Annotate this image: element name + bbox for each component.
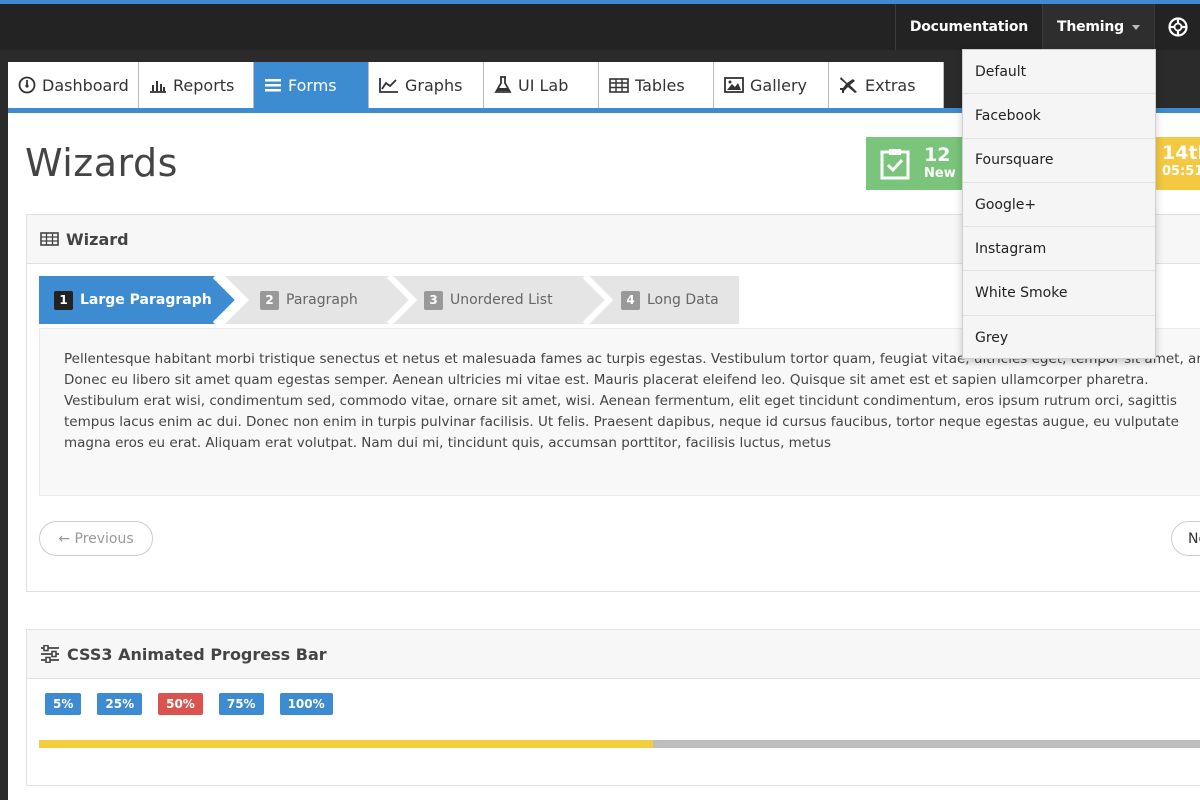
sliders-icon [41,645,59,663]
step-label: Paragraph [286,292,358,308]
step-number: 3 [424,290,443,310]
theme-option-default[interactable]: Default [963,50,1155,95]
progress-badge-50[interactable]: 50% [158,693,203,715]
progress-badges: 5% 25% 50% 75% 100% [45,693,349,715]
wizard-steps: 1 Large Paragraph 2 Paragraph 3 Unordere… [39,276,739,324]
theme-option-instagram[interactable]: Instagram [963,227,1155,272]
tab-label: Forms [288,75,337,95]
progress-badge-100[interactable]: 100% [279,693,333,715]
tab-label: Gallery [750,75,807,95]
tab-dashboard[interactable]: Dashboard [8,62,139,108]
progress-panel-header: CSS3 Animated Progress Bar [27,630,1200,679]
progress-panel-title: CSS3 Animated Progress Bar [67,644,327,664]
previous-button[interactable]: ← Previous [39,521,153,556]
tab-graphs[interactable]: Graphs [369,62,484,108]
step-number: 4 [621,290,640,310]
dashboard-icon [18,76,36,94]
tab-extras[interactable]: Extras [829,62,944,108]
caret-down-icon [1132,24,1140,30]
tab-label: Reports [173,75,235,95]
table-icon [609,77,629,93]
step-label: Long Data [647,292,719,308]
stat-tile-green: 12 New [866,137,976,190]
progress-bar-fill [39,740,653,748]
tab-reports[interactable]: Reports [139,62,254,108]
clipboard-check-icon [880,148,910,179]
stat-yellow-label: 05:51 [1162,163,1200,179]
globe-icon [1167,17,1188,37]
theme-option-foursquare[interactable]: Foursquare [963,139,1155,183]
main-tabs: Dashboard Reports Forms Graphs UI Lab Ta… [8,62,944,108]
image-icon [724,77,744,93]
flask-icon [494,76,512,93]
theming-dropdown: Default Facebook Foursquare Google+ Inst… [962,49,1156,359]
line-chart-icon [379,78,398,93]
tab-forms[interactable]: Forms [254,62,369,108]
top-bar: Documentation Theming [0,0,1200,50]
stat-tile-yellow: 14th 05:51 [1153,137,1200,190]
tab-gallery[interactable]: Gallery [714,62,829,108]
progress-panel: CSS3 Animated Progress Bar 5% 25% 50% 75… [26,629,1200,786]
step-label: Unordered List [450,292,553,308]
wizard-step-1[interactable]: 1 Large Paragraph [54,276,212,324]
top-nav: Documentation Theming [894,4,1200,50]
step-number: 2 [260,290,279,310]
wizard-panel-title: Wizard [66,229,129,249]
documentation-link[interactable]: Documentation [894,4,1042,50]
list-icon [265,79,281,92]
theme-option-grey[interactable]: Grey [963,316,1155,360]
progress-bar-track [39,740,1200,748]
table-icon [40,232,59,246]
page-title: Wizards [25,141,178,185]
wizard-step-3[interactable]: 3 Unordered List [424,276,553,324]
theme-option-white-smoke[interactable]: White Smoke [963,271,1155,316]
wizard-step-2[interactable]: 2 Paragraph [260,276,358,324]
stat-green-label: New [924,165,956,181]
theming-menu-toggle[interactable]: Theming [1042,4,1154,50]
step-number: 1 [54,290,73,310]
globe-button[interactable] [1154,4,1200,50]
tab-label: Extras [865,75,916,95]
tab-tables[interactable]: Tables [599,62,714,108]
plane-icon [840,77,857,93]
tab-label: Tables [635,75,685,95]
wizard-paragraph: Pellentesque habitant morbi tristique se… [64,351,1200,451]
wizard-step-4[interactable]: 4 Long Data [621,276,719,324]
theme-option-facebook[interactable]: Facebook [963,94,1155,139]
step-label: Large Paragraph [80,292,212,308]
tab-label: UI Lab [518,75,569,95]
progress-badge-25[interactable]: 25% [97,693,143,715]
tab-ui-lab[interactable]: UI Lab [484,62,599,108]
progress-badge-5[interactable]: 5% [45,693,82,715]
tab-label: Dashboard [42,75,129,95]
stat-green-value: 12 [924,144,951,167]
progress-badge-75[interactable]: 75% [218,693,264,715]
next-button[interactable]: Next [1171,521,1200,556]
theming-label: Theming [1057,19,1124,35]
stat-yellow-value: 14th [1162,142,1200,164]
theme-option-google-plus[interactable]: Google+ [963,183,1155,228]
bar-chart-icon [150,81,166,93]
tab-label: Graphs [405,75,463,95]
